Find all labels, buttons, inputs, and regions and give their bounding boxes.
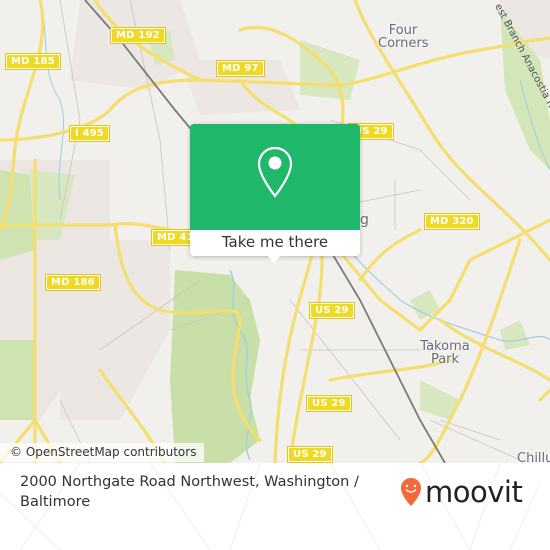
address-text: 2000 Northgate Road Northwest, Washingto… (20, 474, 359, 510)
route-shield-md-192: MD 192 (110, 27, 166, 44)
map-canvas[interactable]: MD 192 MD 185 MD 97 I 495 US 29 MD 410 M… (0, 0, 550, 463)
popup-header[interactable] (190, 124, 360, 230)
take-me-there-button[interactable]: Take me there (190, 230, 360, 256)
moovit-wordmark: moovit (425, 475, 523, 509)
place-label-chillum: Chillu (517, 451, 550, 463)
route-shield-md-97: MD 97 (216, 60, 265, 77)
popup-pointer (266, 254, 282, 263)
route-shield-md-185: MD 185 (5, 53, 61, 70)
route-shield-i-495: I 495 (68, 125, 111, 142)
route-shield-us-29-lower: US 29 (306, 395, 352, 412)
route-shield-us-29-bottom: US 29 (287, 446, 333, 463)
place-label-takoma-park: Takoma Park (420, 339, 470, 367)
take-me-there-popup[interactable]: Take me there (190, 124, 360, 263)
moovit-pin-icon (401, 478, 421, 506)
place-label-four-corners: Four Corners (378, 23, 429, 51)
route-shield-md-186: MD 186 (45, 274, 101, 291)
route-shield-md-320: MD 320 (424, 213, 480, 230)
place-label-silver-spring: g (360, 212, 369, 228)
route-shield-us-29-mid: US 29 (309, 302, 355, 319)
footer: 2000 Northgate Road Northwest, Washingto… (0, 463, 550, 550)
map-attribution[interactable]: © OpenStreetMap contributors (0, 443, 205, 462)
moovit-logo[interactable]: moovit (400, 475, 523, 509)
map-pin-icon (257, 146, 293, 198)
